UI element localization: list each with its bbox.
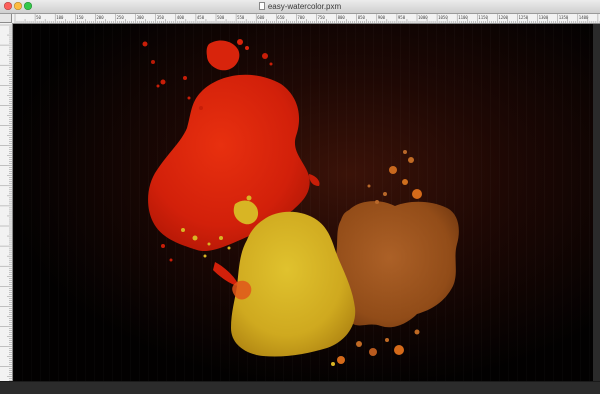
ruler-label: 1200 [498, 15, 508, 20]
ruler-label: 250 [117, 15, 125, 20]
ruler-label: 700 [297, 15, 305, 20]
ruler-label: 500 [217, 15, 225, 20]
vertical-scrollbar[interactable] [593, 24, 600, 382]
ruler-label: 1100 [458, 15, 468, 20]
app-window: easy-watercolor.pxm 50 100 150 200 250 300 350… [0, 0, 600, 394]
status-bar [0, 381, 600, 394]
ruler-label: 1150 [478, 15, 488, 20]
ruler-label: 1050 [438, 15, 448, 20]
ruler-label: 450 [197, 15, 205, 20]
ruler-label: 350 [157, 15, 165, 20]
ruler-label: 800 [338, 15, 346, 20]
vertical-ruler-ticks [0, 24, 12, 383]
ruler-label: 950 [398, 15, 406, 20]
ruler-label: 900 [378, 15, 386, 20]
ruler-label: 650 [277, 15, 285, 20]
ruler-label: 200 [96, 15, 104, 20]
ruler-label: 1000 [418, 15, 428, 20]
ruler-label: 1350 [559, 15, 569, 20]
ruler-corner[interactable] [0, 14, 12, 23]
ruler-label: 850 [358, 15, 366, 20]
document-icon [258, 2, 265, 10]
ruler-label: 1300 [539, 15, 549, 20]
horizontal-ruler[interactable]: 50 100 150 200 250 300 350 400 450 500 550 600 650 70… [12, 14, 600, 24]
ruler-label: 750 [318, 15, 326, 20]
ruler-label: 400 [177, 15, 185, 20]
ruler-label: 550 [237, 15, 245, 20]
ruler-label: 100 [56, 15, 64, 20]
window-title: easy-watercolor.pxm [267, 2, 342, 11]
title-bar[interactable]: easy-watercolor.pxm [0, 0, 600, 14]
ruler-label: 600 [257, 15, 265, 20]
ruler-label: 1400 [579, 15, 589, 20]
ruler-label: 150 [76, 15, 84, 20]
watercolor-artwork [13, 24, 593, 382]
ruler-label: 1250 [519, 15, 529, 20]
ruler-label: 300 [137, 15, 145, 20]
ruler-label: 50 [36, 15, 41, 20]
window-title-container: easy-watercolor.pxm [0, 1, 600, 12]
vertical-ruler[interactable] [0, 23, 13, 383]
image-canvas[interactable] [13, 24, 593, 382]
horizontal-ruler-ticks: 50 100 150 200 250 300 350 400 450 500 550 600 650 70… [14, 14, 600, 23]
